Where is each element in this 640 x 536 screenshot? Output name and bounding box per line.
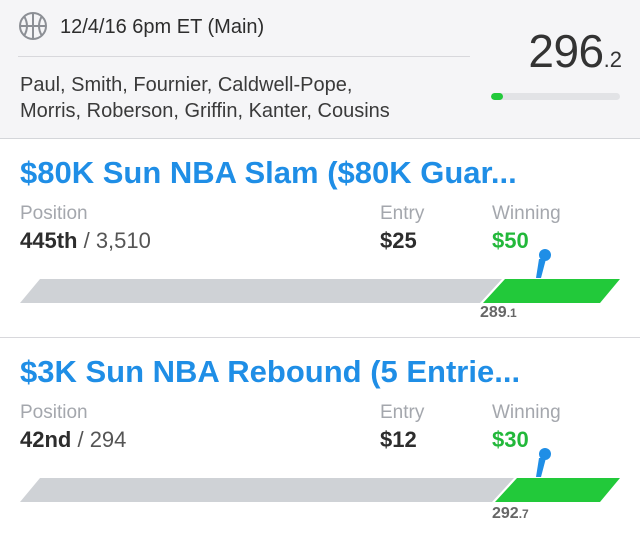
lineup-header[interactable]: 12/4/16 6pm ET (Main) Paul, Smith, Fourn… xyxy=(0,0,640,139)
lineup-players: Paul, Smith, Fournier, Caldwell-Pope, Mo… xyxy=(20,72,470,124)
user-marker-head xyxy=(539,249,551,261)
cutline-score: 289.1 xyxy=(480,304,517,322)
slate-title: 12/4/16 6pm ET (Main) xyxy=(60,16,265,38)
winning-label: Winning xyxy=(492,203,561,224)
entry-label: Entry xyxy=(380,402,425,423)
progress-bar xyxy=(491,93,620,100)
header-divider xyxy=(18,56,470,57)
standings-bar xyxy=(20,448,620,502)
players-line-1: Paul, Smith, Fournier, Caldwell-Pope, xyxy=(20,74,353,96)
winning-label: Winning xyxy=(492,402,561,423)
contest-title[interactable]: $3K Sun NBA Rebound (5 Entrie... xyxy=(20,354,620,390)
cutline-score: 292.7 xyxy=(492,505,529,523)
position-label: Position xyxy=(20,203,88,224)
bar-paid-segment xyxy=(495,478,620,502)
players-line-2: Morris, Roberson, Griffin, Kanter, Cousi… xyxy=(20,100,390,122)
bar-unpaid-segment xyxy=(20,279,502,303)
contest-card[interactable]: $80K Sun NBA Slam ($80K Guar... Position… xyxy=(0,139,640,337)
cutline-decimal: .1 xyxy=(506,306,517,320)
score-decimal: .2 xyxy=(603,47,622,72)
progress-fill xyxy=(491,93,503,100)
cutline-integer: 292 xyxy=(492,505,519,522)
contest-title[interactable]: $80K Sun NBA Slam ($80K Guar... xyxy=(20,155,620,191)
score-integer: 296 xyxy=(528,25,604,77)
cutline-integer: 289 xyxy=(480,304,507,321)
bar-paid-segment xyxy=(483,279,620,303)
user-marker-stem xyxy=(536,458,546,477)
basketball-icon xyxy=(19,12,47,40)
standings-bar xyxy=(20,249,620,303)
user-marker-stem xyxy=(536,259,546,278)
cutline-decimal: .7 xyxy=(518,507,529,521)
contest-card[interactable]: $3K Sun NBA Rebound (5 Entrie... Positio… xyxy=(0,338,640,529)
bar-unpaid-segment xyxy=(20,478,514,502)
entry-label: Entry xyxy=(380,203,425,224)
lineup-score: 296.2 xyxy=(490,24,622,78)
user-marker-head xyxy=(539,448,551,460)
position-label: Position xyxy=(20,402,88,423)
